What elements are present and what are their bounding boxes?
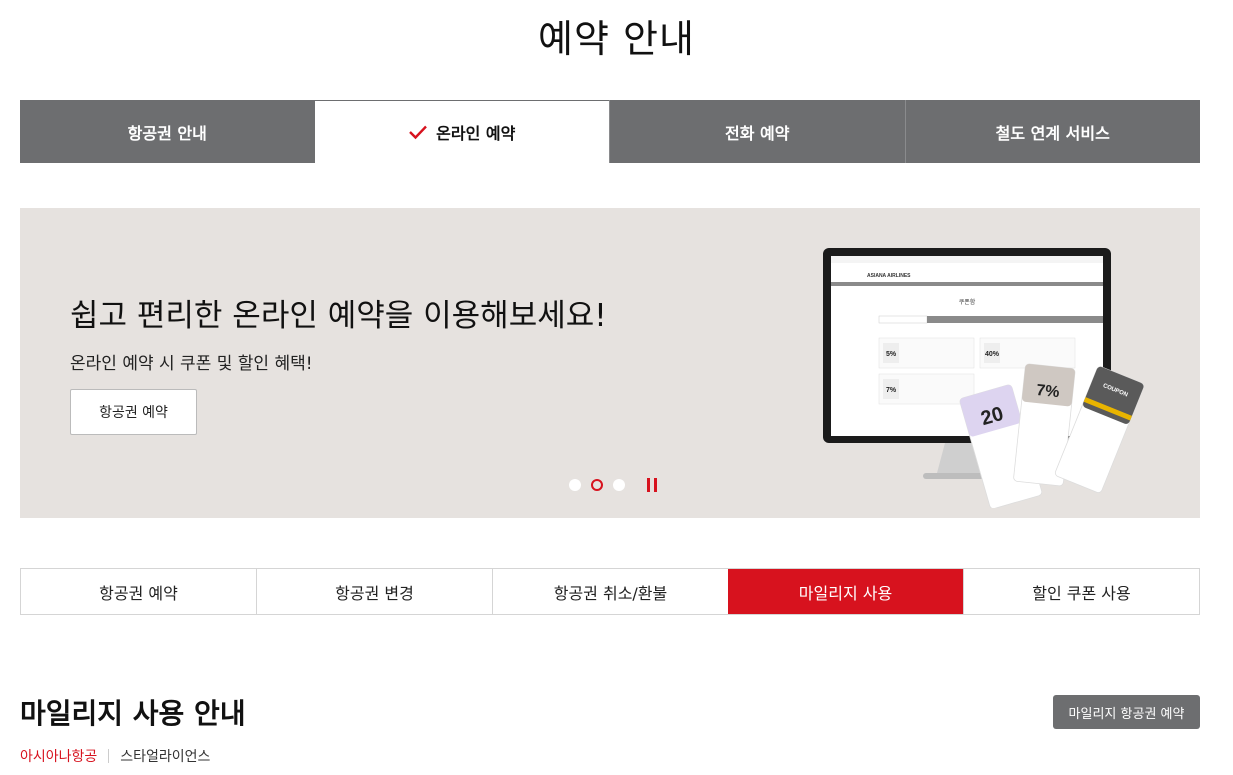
check-icon xyxy=(409,125,428,140)
mileage-booking-button[interactable]: 마일리지 항공권 예약 xyxy=(1053,695,1200,729)
main-tab-bar: 항공권 안내 온라인 예약 전화 예약 철도 연계 서비스 xyxy=(20,100,1200,163)
coupon-value: 5% xyxy=(886,351,897,358)
tab-phone-booking[interactable]: 전화 예약 xyxy=(609,100,905,163)
tab-label: 항공권 안내 xyxy=(127,123,207,143)
filter-star-alliance[interactable]: 스타얼라이언스 xyxy=(120,746,210,766)
subtab-label: 할인 쿠폰 사용 xyxy=(1032,583,1131,603)
pause-icon[interactable] xyxy=(647,478,661,492)
tab-rail-service[interactable]: 철도 연계 서비스 xyxy=(904,100,1200,163)
slide-dot-2[interactable] xyxy=(591,479,603,491)
subtab-ticket-booking[interactable]: 항공권 예약 xyxy=(21,569,256,614)
banner-subtext: 온라인 예약 시 쿠폰 및 할인 혜택! xyxy=(70,354,313,374)
book-ticket-button[interactable]: 항공권 예약 xyxy=(70,389,197,435)
subtab-mileage-use[interactable]: 마일리지 사용 xyxy=(728,569,963,614)
illustration-screen-title: 쿠폰함 xyxy=(959,298,976,306)
tab-label: 온라인 예약 xyxy=(436,124,516,143)
banner-headline: 쉽고 편리한 온라인 예약을 이용해보세요! xyxy=(70,298,607,334)
tab-online-booking[interactable]: 온라인 예약 xyxy=(314,100,609,163)
subtab-coupon-use[interactable]: 할인 쿠폰 사용 xyxy=(963,569,1199,614)
subtab-label: 마일리지 사용 xyxy=(798,583,893,603)
coupon-value: 7% xyxy=(1035,382,1060,401)
page-title: 예약 안내 xyxy=(538,17,695,61)
illustration-brand: ASIANA AIRLINES xyxy=(867,273,911,279)
coupon-value: 40% xyxy=(985,351,1000,358)
monitor-coupon-illustration: ASIANA AIRLINES 쿠폰함 5% 40% 7% 20 7% COUP… xyxy=(823,248,1144,508)
slide-indicators xyxy=(569,478,661,492)
tab-label: 철도 연계 서비스 xyxy=(995,123,1110,143)
filter-divider xyxy=(108,749,110,763)
airline-filter: 아시아나항공 스타얼라이언스 xyxy=(20,746,210,766)
section-title: 마일리지 사용 안내 xyxy=(20,697,246,730)
subtab-label: 항공권 변경 xyxy=(335,583,414,603)
subtab-ticket-change[interactable]: 항공권 변경 xyxy=(256,569,492,614)
tab-label: 전화 예약 xyxy=(725,123,790,143)
subtab-label: 항공권 취소/환불 xyxy=(553,583,668,603)
tab-ticket-info[interactable]: 항공권 안내 xyxy=(20,100,315,163)
slide-dot-1[interactable] xyxy=(569,479,581,491)
subtab-label: 항공권 예약 xyxy=(99,583,178,603)
slide-dot-3[interactable] xyxy=(613,479,625,491)
sub-tab-bar: 항공권 예약 항공권 변경 항공권 취소/환불 마일리지 사용 할인 쿠폰 사용 xyxy=(20,568,1200,615)
coupon-value: 7% xyxy=(886,387,897,394)
filter-asiana[interactable]: 아시아나항공 xyxy=(20,746,97,766)
subtab-ticket-refund[interactable]: 항공권 취소/환불 xyxy=(492,569,728,614)
promo-banner: 쉽고 편리한 온라인 예약을 이용해보세요! 온라인 예약 시 쿠폰 및 할인 … xyxy=(20,208,1200,518)
